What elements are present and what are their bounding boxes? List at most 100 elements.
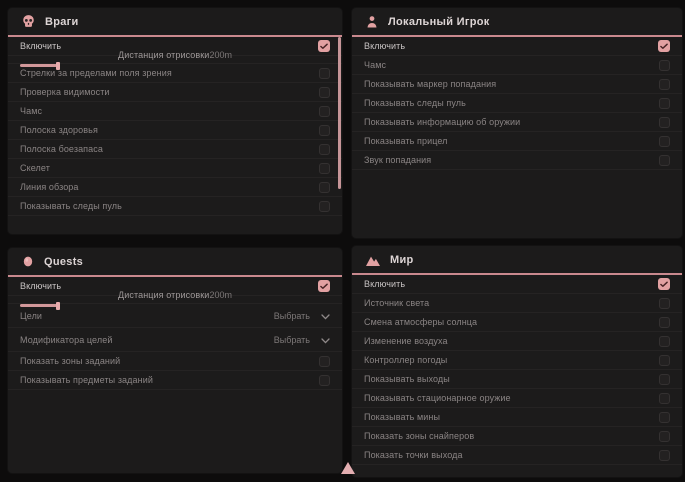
slider-fill (20, 64, 57, 67)
row-toggle: Изменение воздуха (352, 332, 682, 351)
checkbox[interactable] (659, 450, 670, 461)
row-label: Показывать стационарное оружие (364, 393, 511, 403)
panel-body: Включить Дистанция отрисовки200m Цели Выбра… (8, 277, 342, 390)
checkbox[interactable] (658, 278, 670, 290)
row-label: Полоска здоровья (20, 125, 98, 135)
panel-local-player: Локальный Игрок Включить Чамс Показывать ма… (352, 8, 682, 238)
checkbox[interactable] (319, 106, 330, 117)
checkbox[interactable] (659, 431, 670, 442)
panel-title: Quests (44, 256, 83, 268)
row-label: Показывать предметы заданий (20, 375, 153, 385)
orb-icon (21, 254, 35, 269)
checkbox[interactable] (659, 374, 670, 385)
checkbox[interactable] (659, 117, 670, 128)
panel-title: Враги (45, 16, 79, 28)
checkbox[interactable] (659, 155, 670, 166)
row-label: Проверка видимости (20, 87, 110, 97)
row-toggle: Показывать следы пуль (352, 94, 682, 113)
slider-fill (20, 304, 57, 307)
row-label: Включить (364, 279, 405, 289)
triangle-up-icon (341, 462, 355, 474)
row-label: Показывать информацию об оружии (364, 117, 520, 127)
checkbox[interactable] (659, 298, 670, 309)
skull-icon (21, 14, 36, 29)
checkbox[interactable] (319, 375, 330, 386)
checkbox[interactable] (319, 68, 330, 79)
checkbox[interactable] (319, 182, 330, 193)
row-label: Скелет (20, 163, 50, 173)
panel-header: Мир (352, 246, 682, 273)
checkbox[interactable] (659, 336, 670, 347)
panel-body: Включить Чамс Показывать маркер попадания П… (352, 37, 682, 170)
panel-title: Мир (390, 254, 414, 266)
row-toggle: Чамс (352, 56, 682, 75)
row-label: Чамс (364, 60, 386, 70)
slider-handle[interactable] (56, 302, 60, 310)
row-toggle: Включить (352, 37, 682, 56)
row-toggle: Смена атмосферы солнца (352, 313, 682, 332)
panel-world: Мир Включить Источник света Смена атмосферы… (352, 246, 682, 477)
checkbox[interactable] (319, 163, 330, 174)
panel-body: Включить Источник света Смена атмосферы со… (352, 275, 682, 465)
checkbox[interactable] (659, 60, 670, 71)
checkbox[interactable] (318, 280, 330, 292)
checkbox[interactable] (659, 355, 670, 366)
dropdown[interactable]: Выбрать (274, 307, 330, 325)
row-label: Цели (20, 311, 42, 321)
dropdown-value: Выбрать (274, 311, 310, 321)
panel-quests: Quests Включить Дистанция отрисовки200m Цел… (8, 248, 342, 473)
checkbox[interactable] (659, 317, 670, 328)
checkbox[interactable] (318, 40, 330, 52)
checkbox[interactable] (319, 125, 330, 136)
checkbox[interactable] (659, 98, 670, 109)
checkbox[interactable] (319, 356, 330, 367)
panel-header: Локальный Игрок (352, 8, 682, 35)
checkbox[interactable] (659, 393, 670, 404)
row-label: Показать зоны заданий (20, 356, 120, 366)
row-toggle: Скелет (8, 159, 342, 178)
checkbox[interactable] (319, 144, 330, 155)
row-toggle: Показывать прицел (352, 132, 682, 151)
checkbox[interactable] (659, 412, 670, 423)
panel-body: ВключитьДистанция отрисовки200mСтрелки з… (8, 37, 342, 216)
checkbox[interactable] (319, 201, 330, 212)
row-toggle: Показывать мины (352, 408, 682, 427)
checkbox[interactable] (658, 40, 670, 52)
row-label: Источник света (364, 298, 429, 308)
row-toggle: Полоска здоровья (8, 121, 342, 140)
row-label: Дистанция отрисовки (118, 50, 209, 60)
scrollbar[interactable] (338, 37, 341, 189)
row-toggle: Источник света (352, 294, 682, 313)
row-label: Показать точки выхода (364, 450, 463, 460)
panel-enemies: ВрагиВключитьДистанция отрисовки200mСтре… (8, 8, 342, 234)
mod-menu-screen: Враги Включить Дистанция отрисовки200m Стре… (0, 0, 685, 482)
slider-label-row: Дистанция отрисовки200m (118, 290, 232, 300)
row-label: Полоска боезапаса (20, 144, 103, 154)
row-label: Включить (20, 281, 61, 291)
row-toggle: Контроллер погоды (352, 351, 682, 370)
row-toggle: Показать зоны снайперов (352, 427, 682, 446)
row-label: Звук попадания (364, 155, 431, 165)
row-toggle: Проверка видимости (8, 83, 342, 102)
row-toggle: Чамс (8, 102, 342, 121)
person-icon (365, 15, 379, 29)
chevron-down-icon (321, 307, 330, 325)
row-label: Включить (20, 41, 61, 51)
checkbox[interactable] (659, 136, 670, 147)
dropdown[interactable]: Выбрать (274, 331, 330, 349)
row-label: Стрелки за пределами поля зрения (20, 68, 172, 78)
row-select: Модификатора целей Выбрать (8, 328, 342, 352)
checkbox[interactable] (319, 87, 330, 98)
row-toggle: Включить (352, 275, 682, 294)
row-toggle: Показать зоны заданий (8, 352, 342, 371)
checkbox[interactable] (659, 79, 670, 90)
row-toggle: Показывать следы пуль (8, 197, 342, 216)
panel-header: Quests (8, 248, 342, 275)
row-label: Показывать мины (364, 412, 440, 422)
row-toggle: Показывать маркер попадания (352, 75, 682, 94)
dropdown-value: Выбрать (274, 335, 310, 345)
row-label: Модификатора целей (20, 335, 112, 345)
row-label: Показывать прицел (364, 136, 448, 146)
row-label: Изменение воздуха (364, 336, 448, 346)
row-label: Показывать маркер попадания (364, 79, 496, 89)
